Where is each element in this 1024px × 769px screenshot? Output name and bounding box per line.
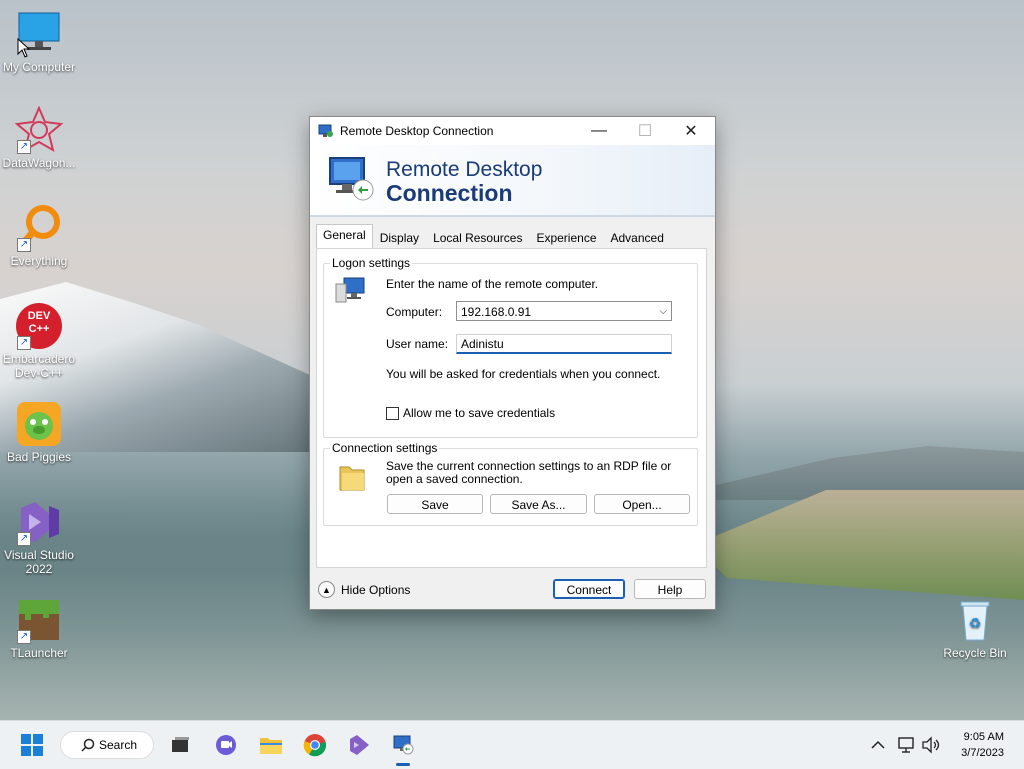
- clock-time: 9:05 AM: [963, 731, 1004, 743]
- grass-block-icon: ↗: [15, 596, 63, 644]
- window-title: Remote Desktop Connection: [340, 124, 494, 138]
- chat-icon[interactable]: [212, 731, 240, 759]
- banner-line-1: Remote Desktop: [386, 158, 543, 181]
- save-credentials-checkbox[interactable]: [386, 406, 399, 420]
- hide-options-toggle[interactable]: ▲ Hide Options: [318, 581, 410, 598]
- datawagon-icon: ↗: [14, 105, 64, 154]
- computer-value: 192.168.0.91: [461, 305, 532, 319]
- desktop-icon-label: Recycle Bin: [943, 646, 1007, 660]
- shortcut-arrow-icon: ↗: [17, 238, 31, 252]
- logon-settings-label: Logon settings: [330, 256, 413, 270]
- connection-description: Save the current connection settings to …: [386, 459, 672, 486]
- active-app-indicator: [396, 763, 410, 766]
- desktop-icon-label: My Computer: [2, 60, 76, 74]
- desktop-icon-devcpp[interactable]: DEV C++ ↗ Embarcadero Dev-C++: [0, 302, 78, 380]
- computer-combobox[interactable]: 192.168.0.91 ⌵: [456, 301, 672, 321]
- chrome-icon[interactable]: [301, 731, 329, 759]
- computer-label: Computer:: [386, 305, 443, 319]
- desktop-icon-recycle-bin[interactable]: ♻ Recycle Bin: [936, 596, 1014, 660]
- tab-general[interactable]: General: [316, 224, 373, 251]
- visual-studio-icon: ↗: [15, 498, 63, 546]
- open-button[interactable]: Open...: [594, 494, 690, 514]
- rdc-monitor-icon: [326, 154, 376, 204]
- hide-options-label: Hide Options: [341, 582, 411, 597]
- connect-button[interactable]: Connect: [553, 579, 625, 599]
- rdc-banner: Remote Desktop Connection: [310, 145, 715, 217]
- title-bar[interactable]: Remote Desktop Connection — ☐ ✕: [310, 117, 715, 145]
- desktop-icon-label: Everything: [10, 254, 68, 268]
- search-icon: [81, 738, 95, 755]
- desktop-icon-tlauncher[interactable]: ↗ TLauncher: [0, 596, 78, 660]
- search-label: Search: [99, 738, 138, 752]
- magnifier-icon: ↗: [15, 204, 63, 252]
- close-button[interactable]: ✕: [668, 117, 714, 145]
- username-input[interactable]: Adinistu: [456, 334, 672, 354]
- desktop-icon-label: DataWagon...: [2, 156, 76, 170]
- taskbar-clock[interactable]: 9:05 AM 3/7/2023: [961, 729, 1004, 761]
- save-button[interactable]: Save: [387, 494, 483, 514]
- logon-settings-group: Logon settings Enter the name of the rem…: [323, 256, 698, 438]
- connection-settings-group: Connection settings Save the current con…: [323, 441, 698, 526]
- chevron-up-circle-icon: ▲: [318, 581, 335, 598]
- minimize-button[interactable]: —: [576, 117, 622, 145]
- desktop-icon-bad-piggies[interactable]: Bad Piggies: [0, 400, 78, 464]
- chevron-up-icon[interactable]: [864, 731, 892, 759]
- folder-icon: [338, 461, 366, 496]
- task-view-icon[interactable]: [166, 731, 194, 759]
- shortcut-arrow-icon: ↗: [17, 532, 31, 546]
- visual-studio-taskbar-icon[interactable]: [345, 731, 373, 759]
- connection-settings-label: Connection settings: [330, 441, 440, 455]
- username-label: User name:: [386, 337, 449, 351]
- general-tab-panel: Logon settings Enter the name of the rem…: [316, 248, 707, 568]
- volume-icon[interactable]: [917, 731, 945, 759]
- devcpp-icon: DEV C++ ↗: [15, 302, 63, 350]
- save-as-button[interactable]: Save As...: [490, 494, 587, 514]
- desktop-icon-my-computer[interactable]: My Computer: [0, 10, 78, 74]
- shortcut-arrow-icon: ↗: [17, 630, 31, 644]
- desktop-icon-visual-studio[interactable]: ↗ Visual Studio 2022: [0, 498, 78, 576]
- rdc-window: Remote Desktop Connection — ☐ ✕ Remote D…: [309, 116, 716, 610]
- pig-icon: [15, 400, 63, 448]
- taskbar: Search 9:05 AM 3/7/2023: [0, 720, 1024, 769]
- rdc-app-icon: [318, 124, 334, 138]
- desktop-icon-label: Visual Studio 2022: [4, 548, 74, 576]
- devcpp-badge-text: DEV C++: [27, 310, 51, 335]
- tab-strip: General Display Local Resources Experien…: [316, 224, 671, 251]
- clock-date: 3/7/2023: [961, 747, 1004, 759]
- rdc-taskbar-icon[interactable]: [389, 731, 417, 759]
- computer-user-icon: [334, 276, 368, 309]
- banner-line-2: Connection: [386, 180, 513, 206]
- save-credentials-label: Allow me to save credentials: [403, 406, 556, 420]
- shortcut-arrow-icon: ↗: [17, 336, 31, 350]
- taskbar-search[interactable]: Search: [60, 731, 154, 759]
- start-windows-icon[interactable]: [18, 731, 46, 759]
- chevron-down-icon[interactable]: ⌵: [659, 302, 667, 322]
- mouse-cursor-icon: [17, 37, 31, 61]
- svg-text:♻: ♻: [969, 615, 982, 631]
- file-explorer-icon[interactable]: [257, 731, 285, 759]
- desktop-icon-label: TLauncher: [10, 646, 68, 660]
- shortcut-arrow-icon: ↗: [17, 140, 31, 154]
- recycle-bin-icon: ♻: [951, 596, 999, 644]
- save-credentials-checkbox-row[interactable]: Allow me to save credentials: [386, 406, 555, 420]
- credentials-note: You will be asked for credentials when y…: [386, 367, 661, 381]
- desktop-icon-label: Bad Piggies: [6, 450, 72, 464]
- logon-instruction: Enter the name of the remote computer.: [386, 277, 599, 291]
- desktop-icon-datawagon[interactable]: ↗ DataWagon...: [0, 105, 78, 170]
- desktop-icon-everything[interactable]: ↗ Everything: [0, 204, 78, 268]
- help-button[interactable]: Help: [634, 579, 706, 599]
- desktop-icon-label: Embarcadero Dev-C++: [2, 352, 76, 380]
- maximize-button: ☐: [637, 123, 653, 140]
